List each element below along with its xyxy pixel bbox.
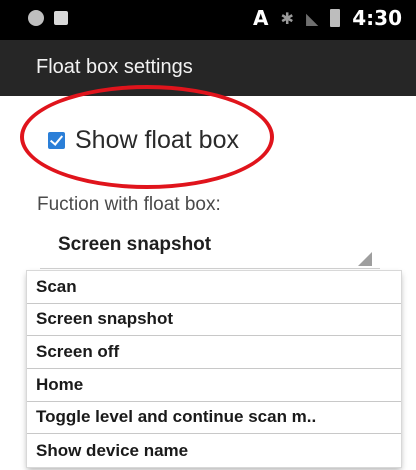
- dropdown-option-screen-snapshot[interactable]: Screen snapshot: [27, 304, 401, 337]
- dropdown-option-show-device-name[interactable]: Show device name: [27, 434, 401, 467]
- show-float-box-row[interactable]: Show float box: [48, 126, 239, 155]
- dropdown-option-scan[interactable]: Scan: [27, 271, 401, 304]
- bluetooth-icon: ✱: [280, 8, 294, 28]
- status-time: 4:30: [352, 6, 402, 30]
- dropdown-option-screen-off[interactable]: Screen off: [27, 336, 401, 369]
- dropdown-option-toggle-level[interactable]: Toggle level and continue scan m..: [27, 402, 401, 435]
- status-right-icons: A ✱ ◣ 4:30: [253, 6, 402, 30]
- signal-icon: ◣: [305, 8, 319, 28]
- status-left-icons: [28, 10, 68, 26]
- show-float-box-label: Show float box: [75, 126, 239, 154]
- function-spinner[interactable]: Screen snapshot: [40, 228, 380, 269]
- dropdown-option-home[interactable]: Home: [27, 369, 401, 402]
- notification-square-icon: [54, 11, 68, 25]
- app-bar: Float box settings: [0, 40, 416, 96]
- a-indicator-icon: A: [253, 6, 269, 30]
- spinner-selected-value: Screen snapshot: [58, 234, 212, 255]
- page-title: Float box settings: [36, 56, 193, 78]
- battery-icon: [330, 9, 341, 27]
- spinner-arrow-icon: [358, 252, 372, 266]
- function-dropdown-list: Scan Screen snapshot Screen off Home Tog…: [27, 271, 401, 467]
- notification-dot-icon: [28, 10, 44, 26]
- function-label: Fuction with float box:: [37, 194, 221, 215]
- show-float-box-checkbox[interactable]: [48, 132, 65, 149]
- status-bar: A ✱ ◣ 4:30: [0, 0, 416, 40]
